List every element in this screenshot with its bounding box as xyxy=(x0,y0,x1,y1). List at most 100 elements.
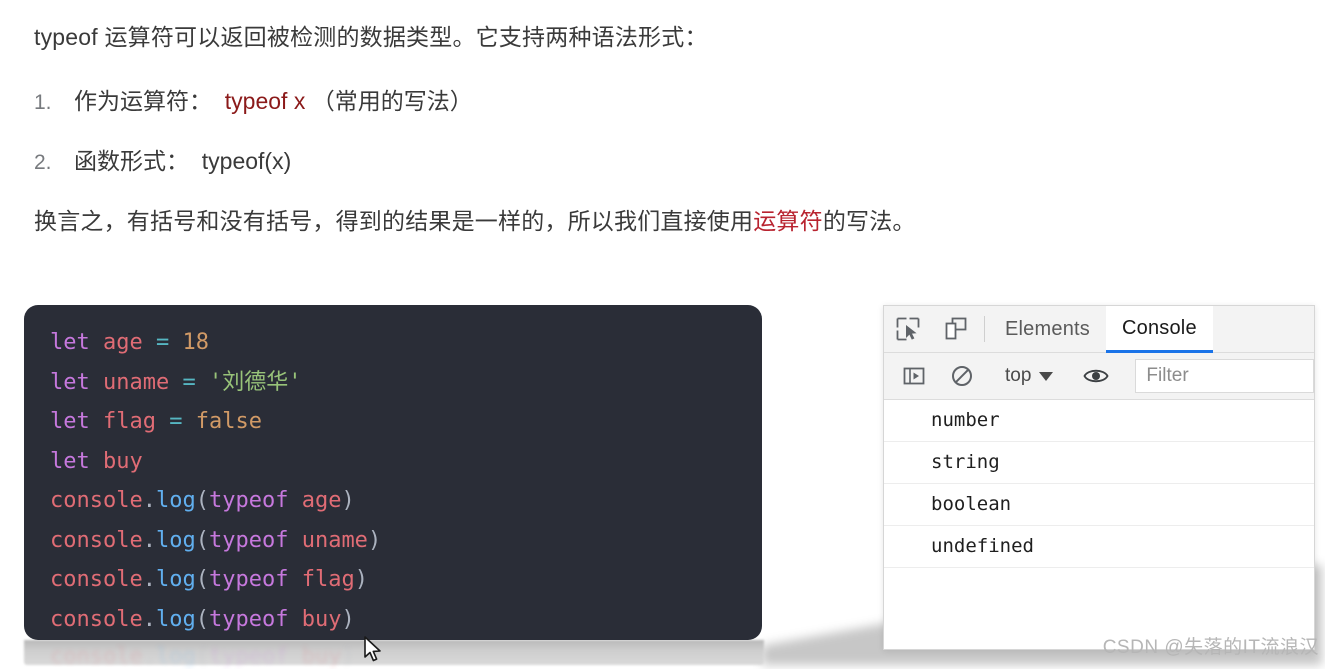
code-token: 18 xyxy=(182,330,210,355)
code-token: ( xyxy=(195,488,209,513)
code-token: ) xyxy=(354,567,368,592)
console-log-row: string xyxy=(884,442,1314,484)
inline-code: typeof x xyxy=(224,88,306,114)
code-line: console.log(typeof flag) xyxy=(50,560,762,600)
code-block[interactable]: let age = 18 let uname = '刘德华' let flag = … xyxy=(24,305,762,640)
devtools-panel[interactable]: Elements Console top Filter number strin… xyxy=(883,305,1315,650)
code-token: console xyxy=(50,567,143,592)
code-token: log xyxy=(155,567,196,592)
console-log-row: undefined xyxy=(884,526,1314,568)
live-expression-icon[interactable] xyxy=(1072,363,1120,389)
code-line: console.log(typeof buy) xyxy=(50,600,762,640)
code-token: uname xyxy=(301,527,368,553)
code-token: '刘德华' xyxy=(208,369,302,395)
code-token: ) xyxy=(367,527,382,553)
code-block-wrapper: let age = 18 let uname = '刘德华' let flag = … xyxy=(24,305,762,640)
inline-code: typeof(x) xyxy=(201,148,292,174)
code-token: age xyxy=(103,330,143,355)
code-line: let flag = false xyxy=(50,402,762,442)
execution-context-dropdown[interactable]: top xyxy=(995,365,1063,387)
code-token: let xyxy=(50,369,90,395)
code-token: = xyxy=(182,369,196,395)
execution-context-label: top xyxy=(1005,365,1032,386)
list-item-label: 作为运算符： xyxy=(74,88,212,114)
code-token: ) xyxy=(341,606,355,632)
code-line: let uname = '刘德华' xyxy=(50,363,762,403)
chevron-down-icon xyxy=(1039,371,1054,381)
list-item-note: （常用的写法） xyxy=(311,88,473,114)
outro-text-after: 的写法。 xyxy=(822,208,916,234)
list-item: 1. 作为运算符： typeof x （常用的写法） xyxy=(34,86,473,117)
inspect-element-icon[interactable] xyxy=(884,306,932,352)
code-token: flag xyxy=(301,567,355,592)
code-line: console.log(typeof uname) xyxy=(50,521,762,561)
code-token: . xyxy=(142,527,156,553)
toolbar-divider xyxy=(984,316,985,342)
list-marker: 1. xyxy=(34,91,52,114)
code-token: . xyxy=(142,488,156,513)
console-sidebar-icon[interactable] xyxy=(890,364,938,388)
code-token: ( xyxy=(195,606,209,632)
code-token: flag xyxy=(103,409,156,434)
console-log-row: boolean xyxy=(884,484,1314,526)
outro-text-before: 换言之，有括号和没有括号，得到的结果是一样的，所以我们直接使用 xyxy=(34,208,754,234)
code-line: let buy xyxy=(50,442,762,482)
code-token: log xyxy=(155,527,196,553)
list-item: 2. 函数形式： typeof(x) xyxy=(34,146,291,177)
code-token: buy xyxy=(301,606,342,632)
code-token: uname xyxy=(103,369,170,395)
outro-highlight: 运算符 xyxy=(753,208,823,234)
list-marker: 2. xyxy=(34,151,52,174)
code-token: . xyxy=(142,606,156,632)
code-token: false xyxy=(195,409,262,434)
code-token: console xyxy=(50,527,143,553)
code-token: console xyxy=(50,606,143,632)
code-token: . xyxy=(142,567,156,592)
code-line: let age = 18 xyxy=(50,323,762,363)
console-toolbar: top Filter xyxy=(884,353,1314,400)
code-token: age xyxy=(301,488,342,513)
code-token: typeof xyxy=(208,567,289,592)
code-token: ( xyxy=(195,527,209,553)
tab-elements[interactable]: Elements xyxy=(989,306,1106,352)
code-token: log xyxy=(155,488,196,513)
intro-paragraph: typeof 运算符可以返回被检测的数据类型。它支持两种语法形式： xyxy=(34,24,708,50)
code-token: console xyxy=(50,488,143,513)
console-log-row: number xyxy=(884,400,1314,442)
tab-console[interactable]: Console xyxy=(1105,306,1213,353)
watermark: CSDN @失落的IT流浪汉 xyxy=(1102,637,1319,658)
console-filter-input[interactable]: Filter xyxy=(1135,359,1314,393)
code-token: typeof xyxy=(208,606,289,632)
code-token: typeof xyxy=(208,527,289,553)
code-token: log xyxy=(155,606,196,632)
device-toolbar-icon[interactable] xyxy=(932,306,980,352)
console-output-list[interactable]: number string boolean undefined xyxy=(884,400,1314,649)
code-ghost-line: console.log(typeof buy) xyxy=(50,644,355,669)
devtools-tabbar: Elements Console xyxy=(884,306,1314,353)
code-token: ) xyxy=(341,488,355,513)
code-token: = xyxy=(169,409,183,434)
code-token: typeof xyxy=(208,488,289,513)
code-line: console.log(typeof age) xyxy=(50,481,762,521)
code-token: let xyxy=(50,330,90,355)
clear-console-icon[interactable] xyxy=(938,364,986,388)
code-token: let xyxy=(50,409,90,434)
code-token: buy xyxy=(103,448,143,474)
list-item-label: 函数形式： xyxy=(74,148,189,174)
code-token: let xyxy=(50,448,90,474)
code-token: ( xyxy=(195,567,209,592)
